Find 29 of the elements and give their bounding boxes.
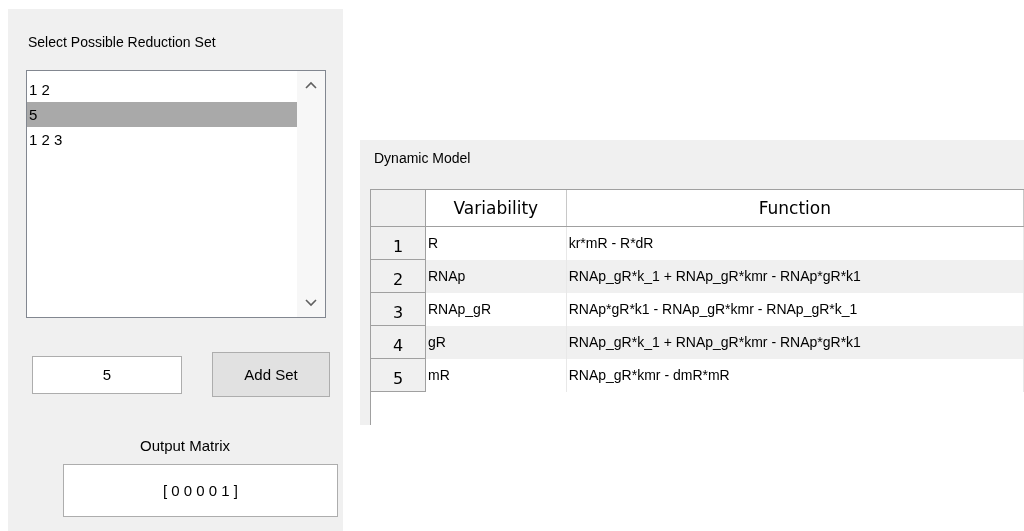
output-label: Output Matrix [140,437,232,454]
list-item[interactable]: 1 2 [27,77,297,102]
table-cell: R [425,226,567,260]
panel-title: Select Possible Reduction Set [28,34,217,50]
add-set-button[interactable]: Add Set [212,352,330,397]
table-cell: gR [425,325,567,359]
row-header: 2 [371,259,426,293]
row-header: 1 [371,226,426,260]
row-header: 4 [371,325,426,359]
scroll-down-icon[interactable] [305,299,317,307]
table-cell: kr*mR - R*dR [566,226,1024,260]
set-listbox[interactable]: 1 2 5 1 2 3 [26,70,326,318]
table-cell: mR [425,358,567,392]
panel-title: Dynamic Model [374,150,472,166]
table-cell: RNAp_gR*k_1 + RNAp_gR*kmr - RNAp*gR*k1 [566,325,1024,359]
table-cell: RNAp [425,259,567,293]
row-header: 3 [371,292,426,326]
column-header[interactable]: Variability [425,190,567,227]
table-cell: RNAp_gR*k_1 + RNAp_gR*kmr - RNAp*gR*k1 [566,259,1024,293]
table-cell: RNAp*gR*k1 - RNAp_gR*kmr - RNAp_gR*k_1 [566,292,1024,326]
set-input-field[interactable]: 5 [32,355,182,394]
column-header[interactable]: Function [566,190,1024,227]
list-item[interactable]: 5 [27,102,297,127]
scroll-up-icon[interactable] [305,81,317,89]
table-cell: RNAp_gR*kmr - dmR*mR [566,358,1024,392]
output-field: [ 0 0 0 0 1 ] [63,464,338,517]
row-header: 5 [371,358,426,392]
list-item[interactable]: 1 2 3 [27,127,297,152]
table-cell: RNAp_gR [425,292,567,326]
